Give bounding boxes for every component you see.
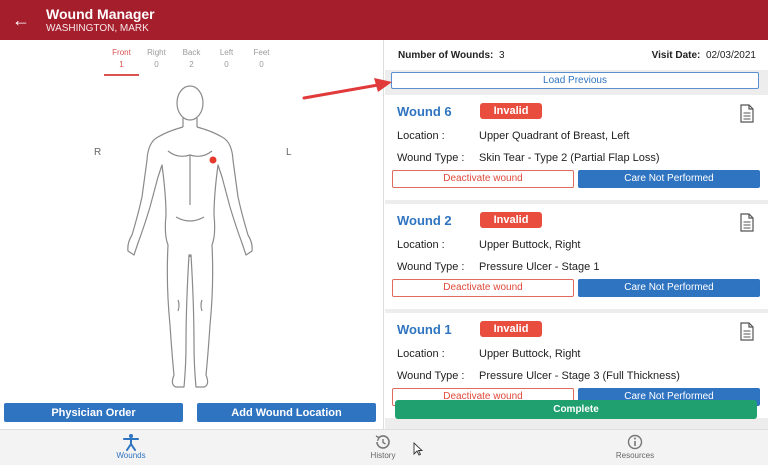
physician-order-button[interactable]: Physician Order: [4, 403, 183, 422]
wound-card: Wound 2 Invalid Location : Upper Buttock,…: [385, 204, 768, 309]
deactivate-wound-button[interactable]: Deactivate wound: [392, 170, 574, 188]
care-not-performed-button[interactable]: Care Not Performed: [578, 279, 760, 297]
location-value: Upper Buttock, Right: [479, 239, 581, 251]
nav-history-label: History: [370, 451, 396, 460]
wound-type-value: Pressure Ulcer - Stage 1: [479, 261, 600, 273]
visit-date-label: Visit Date:: [651, 50, 701, 61]
wound-title[interactable]: Wound 1: [397, 322, 452, 337]
wound-card: Wound 6 Invalid Location : Upper Quadrant…: [385, 95, 768, 200]
load-previous-button[interactable]: Load Previous: [391, 72, 759, 89]
wound-summary: Number of Wounds: 3 Visit Date: 02/03/20…: [385, 40, 768, 70]
tab-front[interactable]: Front 1: [104, 46, 139, 76]
wounds-count-label: Number of Wounds:: [398, 50, 494, 61]
bottom-navigation: Wounds History Resources: [0, 429, 768, 465]
right-side-label: R: [94, 147, 102, 158]
deactivate-wound-button[interactable]: Deactivate wound: [392, 279, 574, 297]
wound-list-panel: Number of Wounds: 3 Visit Date: 02/03/20…: [385, 40, 768, 429]
wound-marker[interactable]: [209, 156, 217, 164]
document-icon[interactable]: [739, 213, 755, 232]
location-value: Upper Buttock, Right: [479, 348, 581, 360]
annotation-arrow-icon: [302, 78, 392, 100]
complete-button[interactable]: Complete: [395, 400, 757, 419]
nav-wounds-label: Wounds: [116, 451, 146, 460]
wound-type-value: Skin Tear - Type 2 (Partial Flap Loss): [479, 152, 660, 164]
history-icon: [375, 435, 390, 449]
mouse-cursor-icon: [413, 442, 423, 456]
document-icon[interactable]: [739, 104, 755, 123]
tab-back[interactable]: Back 2: [174, 46, 209, 78]
status-badge: Invalid: [480, 103, 542, 119]
visit-date: 02/03/2021: [705, 50, 756, 61]
nav-resources-label: Resources: [615, 451, 655, 460]
wound-title[interactable]: Wound 2: [397, 213, 452, 228]
status-badge: Invalid: [480, 321, 542, 337]
patient-name: WASHINGTON, MARK: [46, 23, 149, 34]
nav-history[interactable]: History: [348, 433, 418, 460]
location-label: Location :: [397, 239, 445, 251]
body-outline[interactable]: [120, 85, 260, 395]
app-header: ← Wound Manager WASHINGTON, MARK: [0, 0, 768, 40]
add-wound-location-button[interactable]: Add Wound Location: [197, 403, 376, 422]
location-value: Upper Quadrant of Breast, Left: [479, 130, 630, 142]
document-icon[interactable]: [739, 322, 755, 341]
wounds-count: 3: [498, 50, 505, 61]
wound-title[interactable]: Wound 6: [397, 104, 452, 119]
accessibility-icon: [123, 434, 139, 451]
tab-right[interactable]: Right 0: [139, 46, 174, 78]
info-icon: [627, 434, 643, 450]
nav-wounds[interactable]: Wounds: [96, 433, 166, 460]
left-side-label: L: [286, 147, 292, 158]
care-not-performed-button[interactable]: Care Not Performed: [578, 170, 760, 188]
app-title: Wound Manager: [46, 6, 155, 22]
wound-type-label: Wound Type :: [397, 261, 465, 273]
body-view-tabs: Front 1 Right 0 Back 2 Left 0 Feet 0: [104, 46, 279, 78]
wound-type-value: Pressure Ulcer - Stage 3 (Full Thickness…: [479, 370, 680, 382]
status-badge: Invalid: [480, 212, 542, 228]
back-arrow-icon[interactable]: ←: [10, 9, 32, 31]
location-label: Location :: [397, 130, 445, 142]
wound-type-label: Wound Type :: [397, 152, 465, 164]
wound-type-label: Wound Type :: [397, 370, 465, 382]
tab-left[interactable]: Left 0: [209, 46, 244, 78]
tab-feet[interactable]: Feet 0: [244, 46, 279, 78]
nav-resources[interactable]: Resources: [600, 433, 670, 460]
location-label: Location :: [397, 348, 445, 360]
